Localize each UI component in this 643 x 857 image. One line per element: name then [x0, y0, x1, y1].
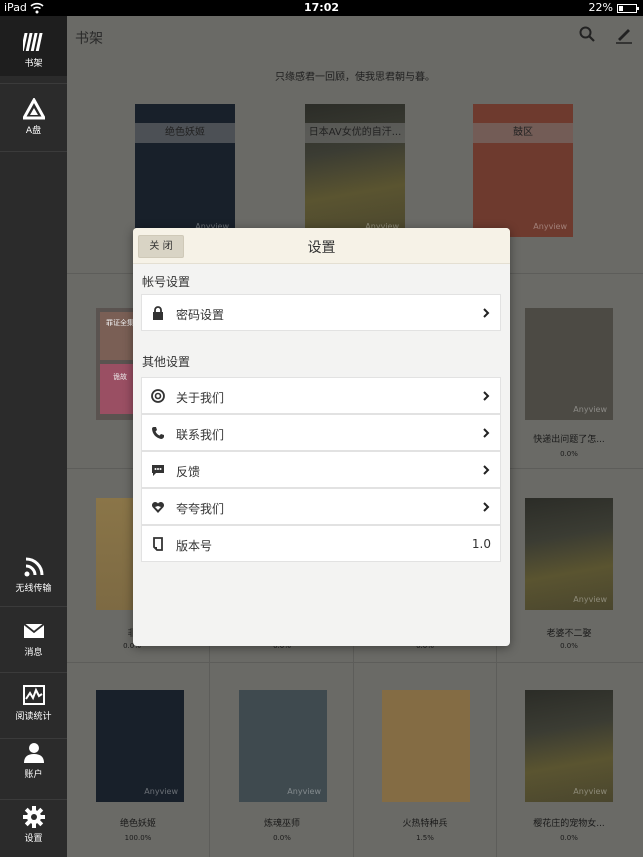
book-title: 火热特种兵 — [402, 819, 448, 829]
modal-header: 关 闭 设置 — [133, 228, 510, 264]
book-title: 老婆不二娶 — [546, 629, 592, 639]
page-title: 书架 — [75, 31, 103, 47]
sidebar-item-reading-stats[interactable]: 阅读统计 — [0, 674, 67, 734]
feedback-row[interactable]: 反馈 — [141, 451, 501, 488]
book-cover-title: 绝色妖姬 — [135, 123, 235, 143]
user-icon — [23, 743, 44, 763]
book-progress: 0.0% — [273, 834, 291, 842]
book-title: 绝色妖姬 — [119, 819, 156, 829]
cover-brand: Anyview — [573, 405, 607, 414]
status-bar: iPad 17:02 22% — [0, 0, 643, 16]
sidebar-item-label: 书架 — [24, 59, 43, 69]
book-cover[interactable]: Anyview — [96, 690, 184, 802]
battery-icon — [617, 4, 639, 13]
book-cover-title: 鼓区 — [473, 123, 573, 143]
sidebar-divider — [0, 672, 67, 673]
chevron-right-icon — [483, 428, 490, 438]
book-progress: 1.5% — [416, 834, 434, 842]
cover-brand: Anyview — [573, 787, 607, 796]
sidebar-divider — [0, 606, 67, 607]
sidebar-item-messages[interactable]: 消息 — [0, 608, 67, 668]
sidebar-item-label: 无线传输 — [15, 584, 52, 594]
row-label: 反馈 — [176, 465, 201, 479]
grid-divider — [67, 662, 643, 663]
book-cover[interactable]: 绝色妖姬 Anyview — [135, 104, 235, 237]
cover-brand: Anyview — [533, 222, 567, 231]
chevron-right-icon — [483, 308, 490, 318]
bookshelf-icon — [22, 33, 43, 51]
cover-brand: Anyview — [573, 595, 607, 604]
cover-brand: Anyview — [144, 787, 178, 796]
book-cover[interactable]: 日本AV女优的自汗... Anyview — [305, 104, 405, 237]
book-progress: 0.0% — [560, 450, 578, 458]
sidebar-item-wifi-transfer[interactable]: 无线传输 — [0, 544, 67, 604]
row-label: 联系我们 — [176, 428, 225, 442]
wifi-transfer-icon — [24, 557, 43, 577]
modal-title: 设置 — [307, 240, 336, 256]
sidebar: 书架 A盘 无线传输 消息 阅读统计 账户 设置 — [0, 16, 67, 857]
chart-icon — [22, 685, 45, 705]
mail-icon — [22, 623, 45, 638]
sidebar-item-a-disk[interactable]: A盘 — [0, 84, 67, 144]
chevron-right-icon — [483, 465, 490, 475]
settings-modal: 关 闭 设置 帐号设置 密码设置 其他设置 关于我们 联系我们 反馈 夸夸我们 … — [133, 228, 510, 646]
heart-icon — [151, 501, 165, 513]
book-cover[interactable]: Anyview — [525, 308, 613, 420]
password-settings-row[interactable]: 密码设置 — [141, 294, 501, 331]
book-progress: 0.0% — [560, 642, 578, 650]
book-title: 快递出问题了怎... — [533, 435, 605, 445]
sidebar-item-label: 消息 — [24, 648, 43, 658]
sidebar-divider — [0, 151, 67, 152]
version-row: 版本号 1.0 — [141, 525, 501, 562]
row-label: 版本号 — [176, 539, 213, 553]
sidebar-item-label: 账户 — [24, 770, 43, 780]
about-icon — [151, 389, 165, 403]
sidebar-divider — [0, 799, 67, 800]
sidebar-item-label: 设置 — [24, 834, 43, 844]
lock-icon — [153, 306, 163, 320]
praise-us-row[interactable]: 夸夸我们 — [141, 488, 501, 525]
row-label: 夸夸我们 — [176, 502, 225, 516]
book-progress: 100.0% — [124, 834, 152, 842]
cover-brand: Anyview — [287, 787, 321, 796]
sidebar-divider — [0, 738, 67, 739]
contact-us-row[interactable]: 联系我们 — [141, 414, 501, 451]
section-header-other: 其他设置 — [142, 355, 191, 369]
sidebar-item-bookshelf[interactable]: 书架 — [0, 16, 67, 76]
book-title: 樱花庄的宠物女... — [533, 819, 605, 829]
book-cover[interactable]: Anyview — [525, 690, 613, 802]
chevron-right-icon — [483, 391, 490, 401]
a-disk-icon — [22, 98, 45, 120]
battery-percent: 22% — [588, 1, 613, 14]
sidebar-item-account[interactable]: 账户 — [0, 740, 67, 800]
gear-icon — [22, 806, 45, 828]
top-bar: 书架 — [67, 16, 643, 56]
version-value: 1.0 — [471, 537, 491, 551]
phone-icon — [152, 427, 164, 439]
row-label: 关于我们 — [176, 391, 225, 405]
chat-icon — [152, 465, 164, 476]
book-cover[interactable]: Anyview — [239, 690, 327, 802]
chevron-right-icon — [483, 502, 490, 512]
book-cover-title: 日本AV女优的自汗... — [305, 123, 405, 143]
shelf-quote: 只缘感君一回顾，使我思君朝与暮。 — [275, 72, 435, 83]
receipt-icon — [153, 537, 163, 551]
section-header-account: 帐号设置 — [142, 275, 191, 289]
book-progress: 0.0% — [560, 834, 578, 842]
sidebar-item-label: 阅读统计 — [15, 712, 52, 722]
book-title: 炼魂巫师 — [263, 819, 300, 829]
book-cover[interactable]: Anyview — [525, 498, 613, 610]
search-icon[interactable] — [579, 26, 595, 42]
sidebar-item-settings[interactable]: 设置 — [0, 802, 67, 857]
book-cover[interactable] — [382, 690, 470, 802]
sidebar-item-label: A盘 — [25, 126, 42, 136]
book-cover[interactable]: 鼓区 Anyview — [473, 104, 573, 237]
edit-icon[interactable] — [615, 26, 633, 44]
about-us-row[interactable]: 关于我们 — [141, 377, 501, 414]
clock: 17:02 — [303, 1, 339, 14]
row-label: 密码设置 — [176, 308, 225, 322]
